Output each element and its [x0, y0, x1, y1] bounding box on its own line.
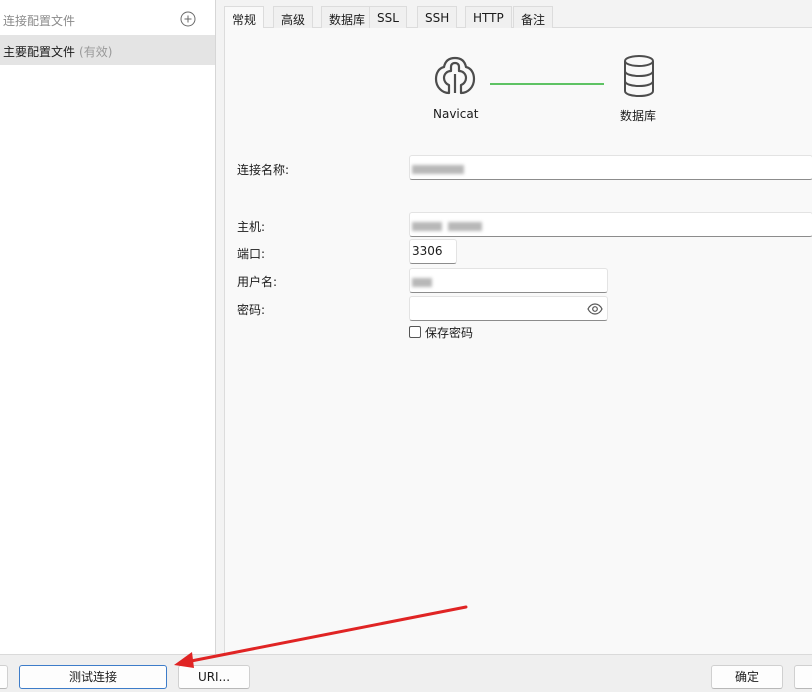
ok-button[interactable]: 确定: [711, 665, 783, 689]
profile-status: (有效): [79, 45, 113, 59]
tab-database[interactable]: 数据库: [321, 6, 374, 28]
database-icon: [624, 55, 654, 97]
password-label: 密码:: [237, 303, 266, 317]
tab-notes[interactable]: 备注: [513, 6, 554, 28]
test-connection-button[interactable]: 测试连接: [19, 665, 167, 689]
connection-line: [490, 83, 604, 85]
connection-settings-panel: 常规 高级 数据库 SSL SSH HTTP 备注 Navicat 数据库 连接…: [224, 0, 812, 654]
host-input[interactable]: [409, 212, 812, 237]
redacted-value: [412, 278, 432, 287]
redacted-value: [412, 165, 464, 174]
partial-left-button[interactable]: [0, 665, 8, 689]
database-label: 数据库: [620, 109, 657, 123]
tab-http[interactable]: HTTP: [465, 6, 512, 28]
connection-diagram: Navicat 数据库: [225, 28, 812, 138]
username-input[interactable]: [409, 268, 608, 293]
port-input[interactable]: 3306: [409, 239, 457, 264]
tab-advanced[interactable]: 高级: [273, 6, 314, 28]
navicat-label: Navicat: [433, 107, 479, 121]
eye-icon[interactable]: [587, 302, 603, 316]
uri-button[interactable]: URI...: [178, 665, 250, 689]
redacted-value: [448, 222, 482, 231]
profile-name: 主要配置文件: [3, 45, 76, 59]
dialog-button-bar: 测试连接 URI... 确定: [0, 654, 812, 692]
connection-name-input[interactable]: [409, 155, 812, 180]
profile-sidebar-title: 连接配置文件: [3, 14, 76, 28]
cancel-button-partial[interactable]: [794, 665, 812, 689]
password-input[interactable]: [409, 296, 608, 321]
save-password-checkbox[interactable]: [409, 326, 421, 338]
host-label: 主机:: [237, 220, 266, 234]
profile-item-label: 主要配置文件 (有效): [3, 43, 112, 60]
tab-ssh[interactable]: SSH: [417, 6, 458, 28]
navicat-logo-icon: [434, 56, 476, 95]
plus-circle-icon[interactable]: [180, 11, 196, 27]
tab-bar: 常规 高级 数据库 SSL SSH HTTP 备注: [224, 6, 812, 29]
profile-sidebar: 连接配置文件 主要配置文件 (有效): [0, 0, 216, 654]
redacted-value: [412, 222, 442, 231]
general-tab-content: Navicat 数据库 连接名称: 主机: 端口: 3306 用户名: 密码:: [224, 28, 812, 654]
profile-sidebar-header: 连接配置文件: [0, 6, 215, 32]
tab-ssl[interactable]: SSL: [369, 6, 407, 28]
save-password-label: 保存密码: [425, 326, 474, 340]
tab-general[interactable]: 常规: [224, 6, 265, 29]
username-label: 用户名:: [237, 275, 278, 289]
profile-item-main[interactable]: 主要配置文件 (有效): [0, 35, 215, 65]
port-label: 端口:: [237, 247, 266, 261]
connection-name-label: 连接名称:: [237, 163, 290, 177]
